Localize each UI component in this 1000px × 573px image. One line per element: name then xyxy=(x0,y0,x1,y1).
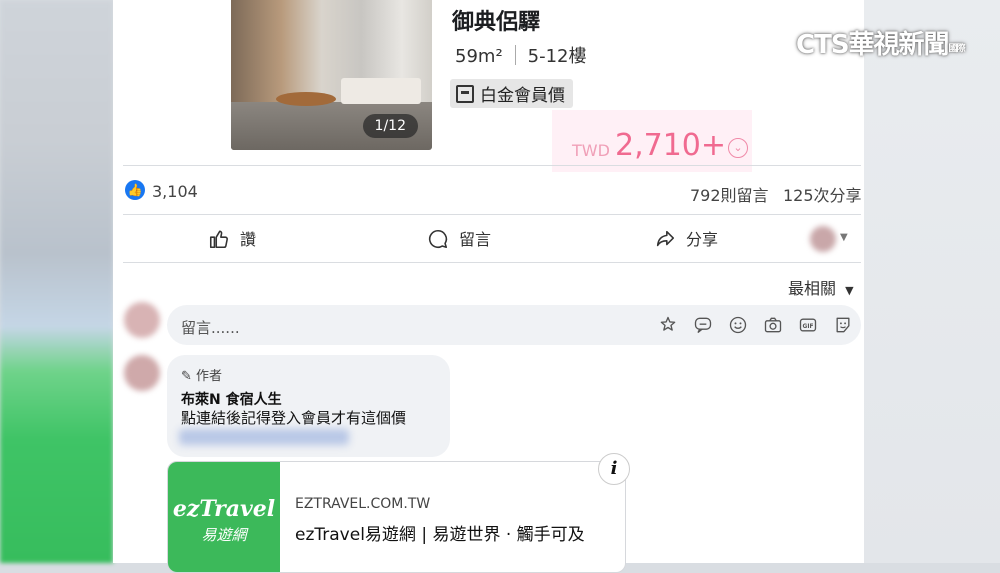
divider xyxy=(123,262,861,263)
photo-bed xyxy=(341,78,421,104)
price-value: 2,710+ xyxy=(615,128,727,163)
commenter-name[interactable]: 布萊N 食宿人生 xyxy=(181,389,282,409)
author-tag: ✎ 作者 xyxy=(181,365,222,384)
sort-label: 最相關 xyxy=(788,279,837,298)
price-currency: TWD xyxy=(572,141,610,160)
room-size: 59m² xyxy=(455,46,503,67)
sticker-icon[interactable] xyxy=(833,315,853,335)
comment-icon xyxy=(428,229,448,249)
thumbs-up-icon xyxy=(209,230,228,249)
eztravel-logo: ezTravel 易遊網 xyxy=(168,462,280,572)
logo-text: ezTravel xyxy=(172,496,276,522)
room-floors: 5-12樓 xyxy=(527,46,587,67)
comment-placeholder: 留言...... xyxy=(181,319,240,337)
member-price-badge: 白金會員價 xyxy=(450,79,573,108)
blurred-link[interactable] xyxy=(179,429,349,445)
room-info: 59m² 5-12樓 xyxy=(455,42,587,68)
message-bubble-icon[interactable] xyxy=(693,315,713,335)
like-button[interactable]: 讚 xyxy=(208,226,256,250)
info-icon[interactable]: i xyxy=(598,453,630,485)
author-comment: ✎ 作者 布萊N 食宿人生 點連結後記得登入會員才有這個價 xyxy=(167,355,450,457)
comment-sort-dropdown[interactable]: 最相關 ▼ xyxy=(788,275,854,299)
watermark-side: 國際 xyxy=(948,44,966,54)
hotel-room-photo[interactable]: 1/12 xyxy=(231,0,432,150)
share-count[interactable]: 125次分享 xyxy=(783,182,862,206)
photo-counter: 1/12 xyxy=(362,114,418,138)
avatar-sticker-icon[interactable] xyxy=(658,315,678,335)
comment-button[interactable]: 留言 xyxy=(427,226,491,250)
author-avatar[interactable] xyxy=(124,355,160,391)
user-avatar xyxy=(124,302,160,338)
link-preview-card[interactable]: ezTravel 易遊網 EZTRAVEL.COM.TW ezTravel易遊網… xyxy=(167,461,626,573)
badge-label: 白金會員價 xyxy=(480,86,565,106)
badge-icon xyxy=(456,85,474,103)
audience-avatar[interactable] xyxy=(810,226,836,252)
pencil-icon: ✎ xyxy=(181,369,192,384)
comment-input[interactable]: 留言...... GIF xyxy=(167,305,861,345)
logo-subtext: 易遊網 xyxy=(201,526,247,544)
comment-count[interactable]: 792則留言 xyxy=(690,182,769,206)
link-domain: EZTRAVEL.COM.TW xyxy=(295,496,431,512)
gif-icon[interactable]: GIF xyxy=(798,315,818,335)
caret-down-icon[interactable]: ▼ xyxy=(840,232,848,243)
divider xyxy=(514,45,516,65)
caret-down-icon: ▼ xyxy=(845,284,854,297)
cts-news-watermark: CTS華視新聞國際 xyxy=(796,24,966,61)
photo-table xyxy=(276,92,336,106)
author-tag-label: 作者 xyxy=(196,369,223,384)
price-box[interactable]: TWD 2,710+ ⌄ xyxy=(552,110,752,172)
share-label: 分享 xyxy=(686,230,719,249)
emoji-icon[interactable] xyxy=(728,315,748,335)
comment-tools: GIF xyxy=(648,315,853,335)
comment-text: 點連結後記得登入會員才有這個價 xyxy=(181,409,407,427)
share-icon xyxy=(656,230,675,247)
hotel-name[interactable]: 御典侶驛 xyxy=(452,4,540,36)
like-reaction-icon[interactable]: 👍 xyxy=(125,180,145,200)
divider xyxy=(123,214,861,215)
chevron-down-icon[interactable]: ⌄ xyxy=(728,138,748,158)
watermark-main: CTS華視新聞 xyxy=(796,30,950,60)
blurred-background-left xyxy=(0,0,113,563)
divider xyxy=(123,165,861,166)
svg-text:GIF: GIF xyxy=(802,324,813,330)
link-title: ezTravel易遊網 | 易遊世界 · 觸手可及 xyxy=(295,525,585,545)
share-button[interactable]: 分享 xyxy=(654,226,718,250)
comment-label: 留言 xyxy=(459,230,492,249)
like-count[interactable]: 3,104 xyxy=(152,182,198,201)
blurred-background-right xyxy=(864,0,1000,563)
like-label: 讚 xyxy=(240,230,257,249)
camera-icon[interactable] xyxy=(763,315,783,335)
